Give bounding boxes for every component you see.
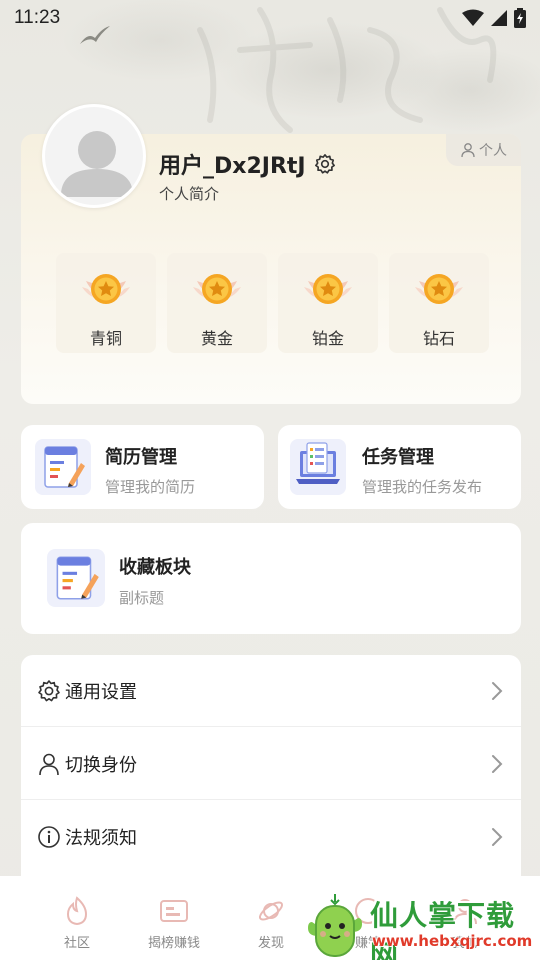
level-bronze[interactable]: 青铜 [56,253,156,353]
card-subtitle: 管理我的任务发布 [362,478,483,496]
username-row: 用户_Dx2JRtJ [159,148,336,180]
favorites-document-icon [47,549,105,607]
orbit-icon [258,901,284,921]
level-label: 黄金 [200,329,233,348]
ticket-icon [160,900,188,922]
nav-community[interactable]: 社区 [27,876,127,960]
person-icon [39,753,59,775]
card-subtitle: 副标题 [119,589,165,607]
setting-regulations[interactable]: 法规须知 [21,801,521,873]
username: 用户_Dx2JRtJ [159,154,306,179]
chevron-right-icon [492,828,503,846]
winged-star-medal-icon [304,274,352,304]
watermark: 仙人掌下载网 www.hebxqjrc.com [298,890,540,960]
winged-star-medal-icon [415,274,463,304]
gear-icon[interactable] [314,153,336,175]
gear-icon [38,679,60,701]
battery-charging-icon [514,8,526,28]
task-management-card[interactable]: 任务管理 管理我的任务发布 [278,425,521,509]
setting-label: 法规须知 [65,828,137,849]
nav-bounty[interactable]: 揭榜赚钱 [124,876,224,960]
personal-tag-label: 个人 [479,143,507,159]
setting-switch-identity[interactable]: 切换身份 [21,728,521,800]
winged-star-medal-icon [193,274,241,304]
personal-tag[interactable]: 个人 [446,134,521,166]
level-platinum[interactable]: 铂金 [278,253,378,353]
status-icons [462,8,526,28]
setting-general[interactable]: 通用设置 [21,655,521,727]
setting-label: 切换身份 [65,754,137,776]
wifi-icon [462,9,484,26]
card-title: 收藏板块 [119,557,191,578]
status-bar: 11:23 [0,0,540,36]
signal-icon [491,10,507,26]
chevron-right-icon [492,681,503,700]
chevron-right-icon [492,754,503,773]
flame-icon [66,896,88,926]
level-diamond[interactable]: 钻石 [389,253,489,353]
watermark-url: www.hebxqjrc.com [372,932,533,950]
bio-text[interactable]: 个人简介 [159,183,219,204]
card-title: 任务管理 [362,447,434,468]
setting-label: 通用设置 [65,681,137,703]
watermark-title: 仙人掌下载网 [370,899,516,960]
task-laptop-icon [290,439,346,495]
resume-document-icon [35,439,91,495]
nav-label: 揭榜赚钱 [147,936,200,951]
person-icon [461,143,475,158]
level-label: 铂金 [311,329,344,348]
nav-label: 社区 [63,936,90,951]
winged-star-medal-icon [82,274,130,304]
favorites-card[interactable]: 收藏板块 副标题 [21,523,521,634]
level-label: 青铜 [89,329,122,348]
card-subtitle: 管理我的简历 [105,478,196,496]
cactus-logo-icon [308,894,362,957]
avatar[interactable] [42,104,146,208]
level-gold[interactable]: 黄金 [167,253,267,353]
card-title: 简历管理 [105,447,177,468]
level-label: 钻石 [422,329,455,348]
info-icon [38,826,60,848]
status-time: 11:23 [14,7,61,28]
resume-management-card[interactable]: 简历管理 管理我的简历 [21,425,264,509]
